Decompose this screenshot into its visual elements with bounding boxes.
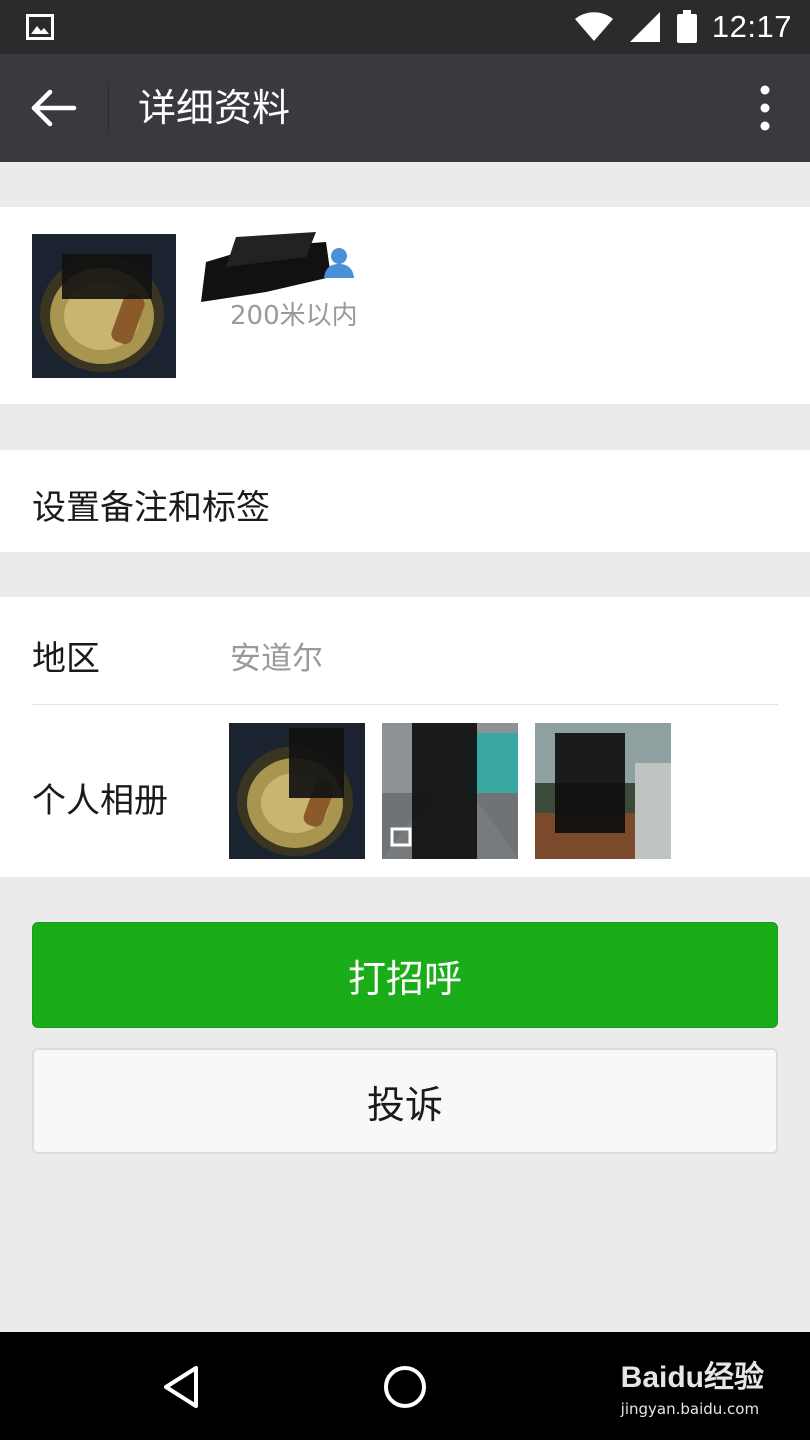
page-title: 详细资料 bbox=[138, 86, 291, 130]
signal-icon bbox=[629, 12, 660, 42]
navigation-bar: Baidu经验 jingyan.baidu.com bbox=[0, 1332, 810, 1440]
nav-home-icon[interactable] bbox=[382, 1364, 428, 1410]
baidu-watermark: Baidu经验 jingyan.baidu.com bbox=[621, 1352, 764, 1418]
watermark-url: jingyan.baidu.com bbox=[620, 1400, 760, 1418]
distance-text: 200米以内 bbox=[230, 301, 358, 331]
region-label: 地区 bbox=[32, 639, 100, 679]
remark-row[interactable]: 设置备注和标签 bbox=[0, 450, 810, 552]
watermark-logo: Baidu经验 bbox=[620, 1361, 764, 1394]
report-label: 投诉 bbox=[366, 1082, 443, 1127]
title-bar: 详细资料 bbox=[0, 54, 810, 162]
arrow-left-icon[interactable] bbox=[30, 88, 78, 128]
region-value: 安道尔 bbox=[230, 641, 323, 677]
album-thumbnail[interactable] bbox=[229, 723, 365, 859]
remark-label: 设置备注和标签 bbox=[32, 488, 270, 528]
battery-icon bbox=[676, 10, 697, 43]
say-hello-label: 打招呼 bbox=[347, 956, 462, 1001]
album-label: 个人相册 bbox=[32, 781, 168, 821]
avatar[interactable] bbox=[32, 234, 176, 378]
say-hello-button[interactable]: 打招呼 bbox=[32, 922, 778, 1028]
divider bbox=[32, 704, 778, 705]
nav-back-icon[interactable] bbox=[160, 1364, 202, 1410]
wifi-icon bbox=[574, 12, 613, 41]
clock: 12:17 bbox=[711, 9, 792, 44]
user-icon bbox=[324, 248, 354, 278]
profile-card: 200米以内 bbox=[0, 207, 810, 404]
more-vertical-icon[interactable] bbox=[758, 84, 772, 132]
status-bar: 12:17 bbox=[0, 0, 810, 54]
title-divider bbox=[108, 82, 109, 134]
album-thumbnail[interactable] bbox=[535, 723, 671, 859]
album-thumbnail[interactable] bbox=[382, 723, 518, 859]
info-section: 地区 安道尔 个人相册 bbox=[0, 597, 810, 877]
image-icon bbox=[26, 14, 54, 40]
report-button[interactable]: 投诉 bbox=[32, 1048, 778, 1154]
